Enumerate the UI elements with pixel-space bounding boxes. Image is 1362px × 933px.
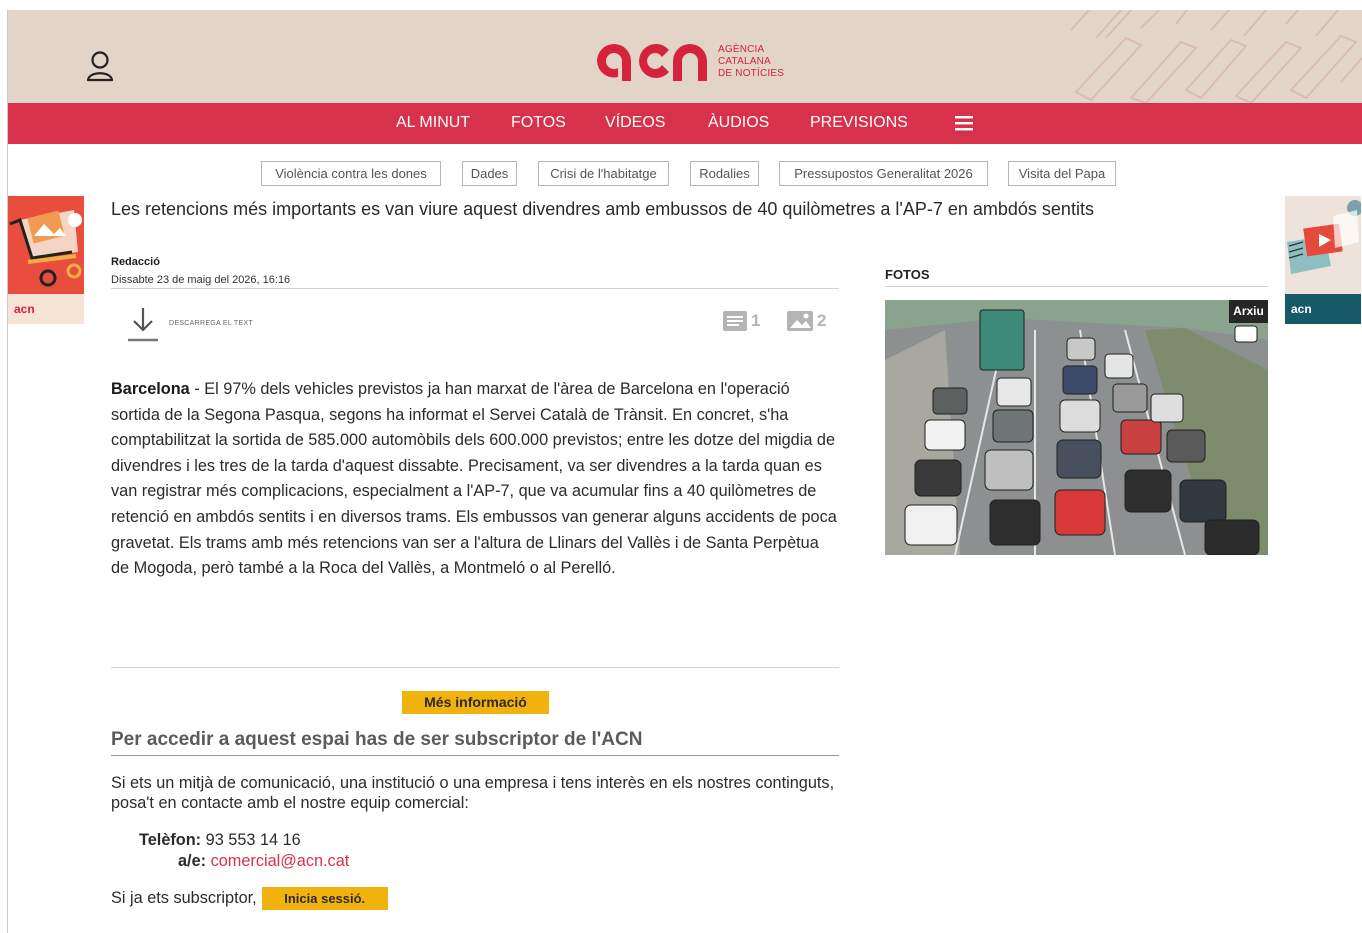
page-border (7, 10, 8, 933)
nav-audios[interactable]: ÀUDIOS (708, 114, 769, 132)
text-document-icon (723, 311, 747, 331)
hamburger-menu-icon[interactable] (954, 113, 974, 133)
video-player-icon (1285, 196, 1361, 294)
email-link[interactable]: comercial@acn.cat (211, 852, 350, 870)
phone-value: 93 553 14 16 (205, 831, 301, 849)
login-prefix: Si ja ets subscriptor, (111, 889, 257, 907)
subscriber-title: Per accedir a aquest espai has de ser su… (111, 729, 643, 750)
traffic-jam-photo[interactable]: Arxiu (885, 300, 1268, 555)
email-label: a/e: (178, 852, 207, 870)
article-location: Barcelona (111, 380, 190, 398)
photo-archive-badge: Arxiu (1229, 300, 1268, 323)
download-icon (128, 308, 158, 342)
image-icon (787, 311, 813, 331)
logo-subtitle-line: DE NOTÍCIES (718, 68, 785, 79)
more-info-button[interactable]: Més informació (402, 691, 549, 714)
left-ad-brand: acn (8, 294, 84, 324)
right-ad-brand: acn (1285, 294, 1361, 324)
site-header: AGÈNCIA CATALANA DE NOTÍCIES (8, 10, 1362, 103)
tag-habitatge[interactable]: Crisi de l'habitatge (538, 161, 669, 186)
acn-logo-subtitle: AGÈNCIA CATALANA DE NOTÍCIES (718, 44, 808, 80)
acn-logo[interactable]: AGÈNCIA CATALANA DE NOTÍCIES (592, 39, 800, 85)
email-contact: a/e: comercial@acn.cat (178, 852, 349, 871)
acn-logo-mark (597, 44, 707, 81)
article-date: Dissabte 23 de maig del 2026, 16:16 (111, 274, 291, 286)
byline-divider (111, 288, 839, 289)
subscriber-title-divider (111, 755, 839, 756)
photos-section-title: FOTOS (885, 267, 930, 282)
download-text-button[interactable]: DESCARREGA EL TEXT (126, 306, 286, 344)
nav-videos[interactable]: VÍDEOS (605, 114, 665, 132)
login-button[interactable]: Inicia sessió. (261, 887, 388, 910)
login-row: Si ja ets subscriptor, Inicia sessió. (111, 887, 388, 910)
tag-dades[interactable]: Dades (462, 161, 517, 186)
shopping-cart-icon (8, 196, 84, 294)
photos-divider (885, 286, 1268, 287)
tag-pressupostos[interactable]: Pressupostos Generalitat 2026 (779, 161, 988, 186)
tag-violencia[interactable]: Violència contra les dones (261, 161, 441, 186)
article-author: Redacció (111, 256, 160, 268)
traffic-photo-image (885, 300, 1268, 555)
subscriber-text: Si ets un mitjà de comunicació, una inst… (111, 774, 835, 812)
photo-count-value: 2 (817, 311, 827, 330)
left-ad-banner[interactable]: acn (8, 196, 84, 324)
header-decorative-pattern (1070, 10, 1362, 103)
article-body-text: - El 97% dels vehicles previstos ja han … (111, 380, 837, 578)
media-counts: 1 2 (722, 308, 832, 334)
user-account-icon[interactable] (82, 48, 118, 84)
article-headline: Les retencions més importants es van viu… (111, 199, 1094, 219)
tag-visita-papa[interactable]: Visita del Papa (1008, 161, 1116, 186)
nav-previsions[interactable]: PREVISIONS (810, 114, 908, 132)
body-divider (111, 667, 839, 668)
logo-subtitle-line: CATALANA (718, 56, 771, 67)
article-body: Barcelona - El 97% dels vehicles previst… (111, 377, 839, 582)
right-ad-banner[interactable]: acn (1285, 196, 1361, 324)
main-nav: AL MINUT FOTOS VÍDEOS ÀUDIOS PREVISIONS (8, 103, 1362, 144)
topic-tags: Violència contra les dones Dades Crisi d… (0, 161, 1362, 187)
logo-subtitle-line: AGÈNCIA (718, 44, 765, 55)
download-text-label: DESCARREGA EL TEXT (169, 320, 253, 327)
text-count-value: 1 (751, 311, 761, 330)
phone-contact: Telèfon: 93 553 14 16 (139, 831, 301, 850)
photo-count[interactable]: 2 (786, 310, 826, 332)
text-count[interactable]: 1 (722, 310, 760, 332)
nav-fotos[interactable]: FOTOS (511, 114, 566, 132)
phone-label: Telèfon: (139, 831, 202, 849)
nav-al-minut[interactable]: AL MINUT (396, 114, 470, 132)
tag-rodalies[interactable]: Rodalies (690, 161, 759, 186)
